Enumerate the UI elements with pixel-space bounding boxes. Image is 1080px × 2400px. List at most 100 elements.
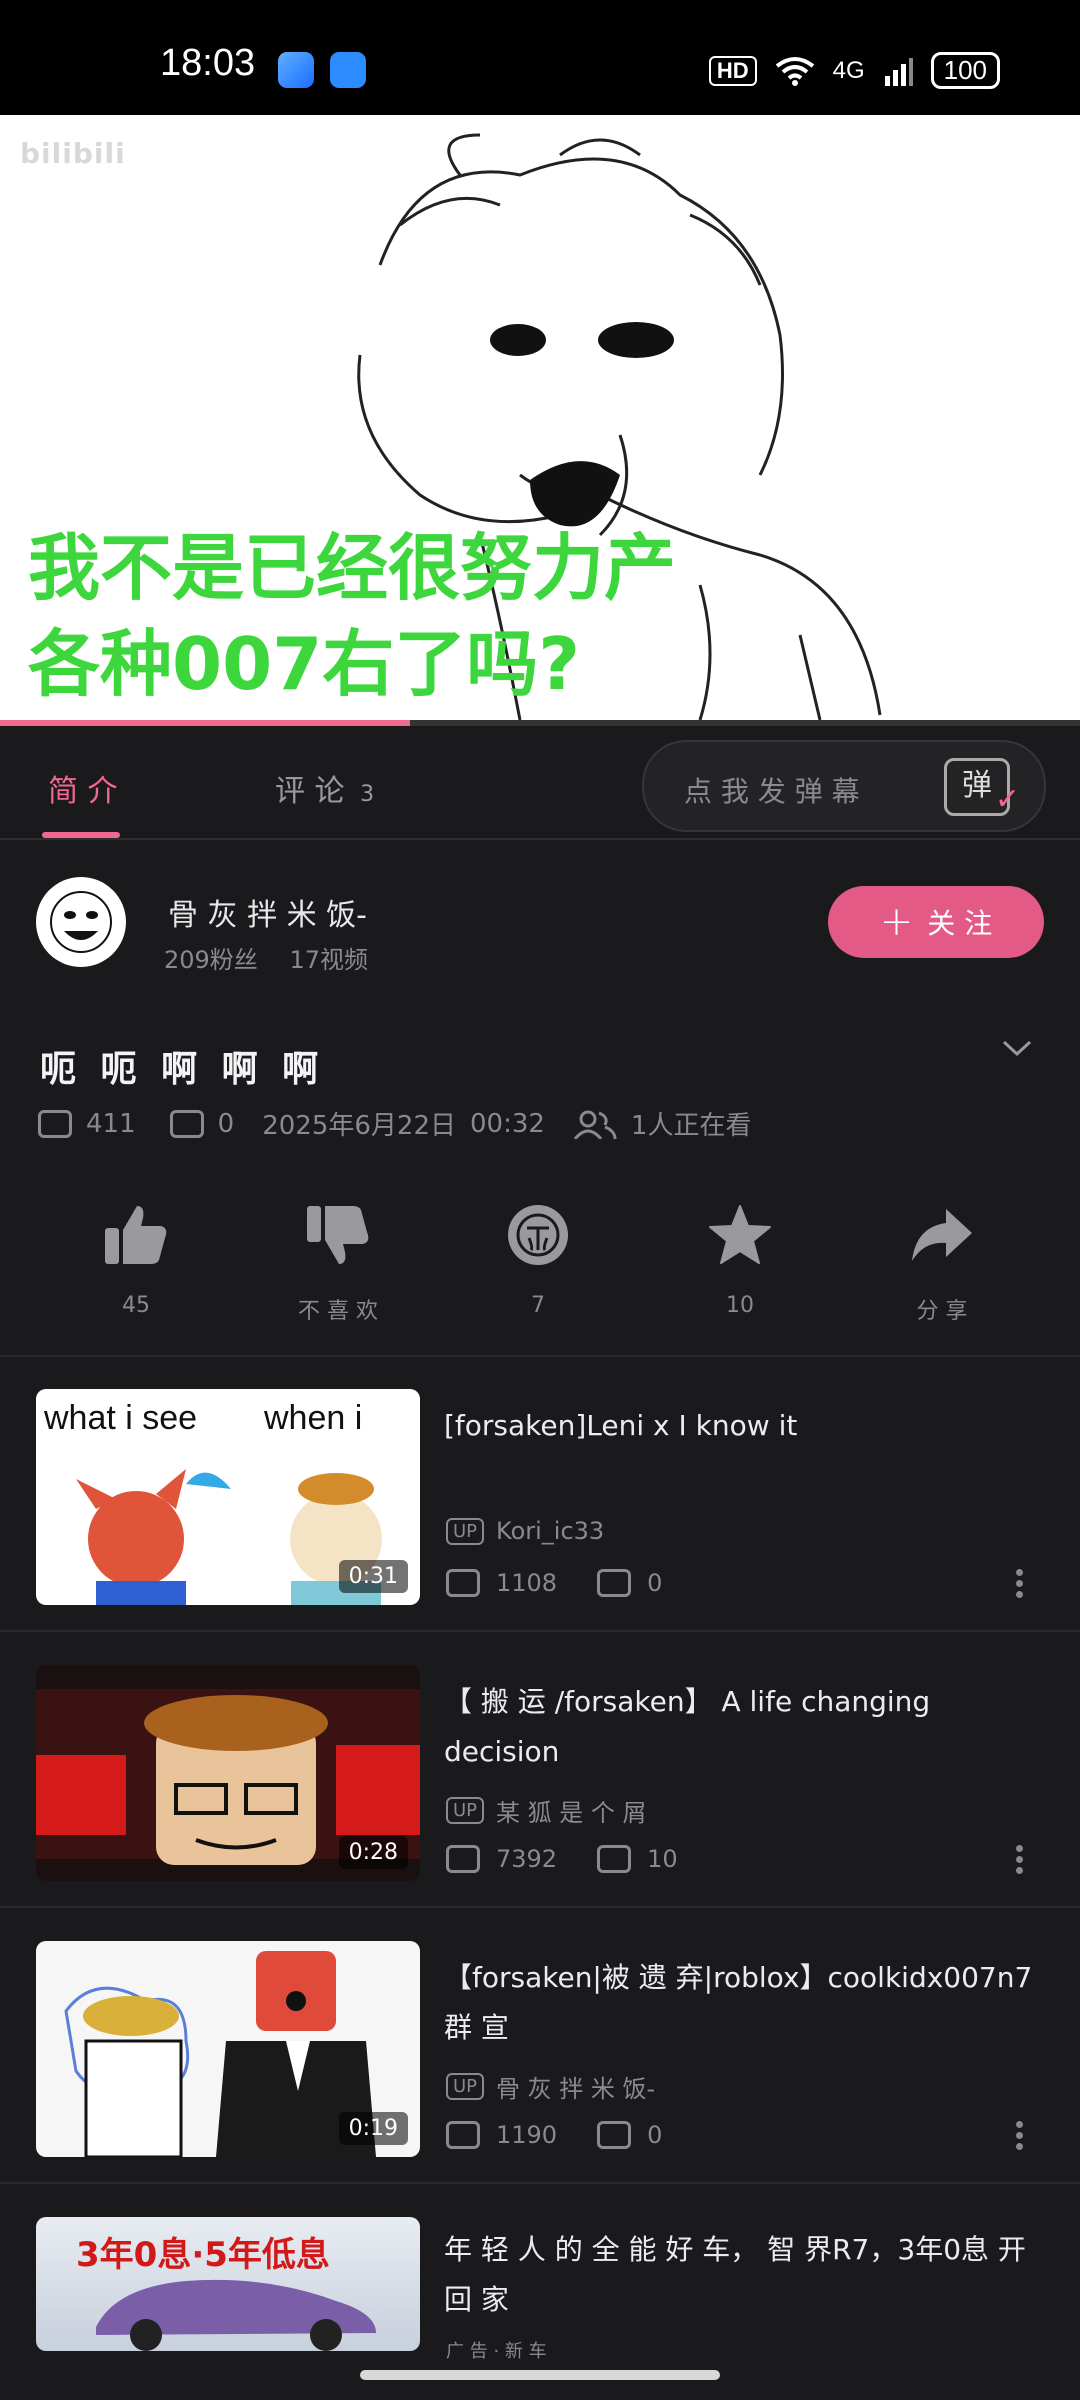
view-count: 1108: [496, 1569, 558, 1597]
more-options-icon[interactable]: [1016, 1565, 1024, 1602]
thumbnail-caption: what i see when i: [44, 1397, 414, 1439]
danmaku-count: 0: [647, 1569, 663, 1597]
author-name: 骨 灰 拌 米 饭-: [496, 2075, 656, 2103]
video-thumbnail: what i see when i 0:31: [36, 1389, 420, 1605]
viewers-icon: [573, 1110, 617, 1139]
chevron-down-icon[interactable]: [1000, 1030, 1034, 1064]
video-meta: 411 0 2025年6月22日 00:32 1人正在看: [38, 1105, 751, 1142]
danmaku-enabled-check-icon: ✓: [994, 782, 1020, 817]
ad-thumbnail: 3年0息·5年低息: [36, 2217, 420, 2351]
video-thumbnail: 0:19: [36, 1941, 420, 2157]
uploader-followers: 209粉丝: [164, 946, 258, 974]
favorite-count: 10: [726, 1293, 754, 1318]
favorite-button[interactable]: 10: [670, 1195, 810, 1318]
tab-comments[interactable]: 评 论 3: [275, 766, 374, 810]
video-duration: 0:19: [338, 2112, 408, 2145]
view-count: 1190: [496, 2121, 558, 2149]
share-icon: [912, 1209, 972, 1261]
uploader-name[interactable]: 骨 灰 拌 米 饭-: [168, 890, 367, 934]
video-author: UP 某 狐 是 个 屑: [446, 1793, 647, 1828]
video-stats: 1108 0: [446, 1569, 662, 1597]
battery-indicator: 100: [930, 52, 1000, 89]
video-stats: 1190 0: [446, 2121, 662, 2149]
recommended-video[interactable]: what i see when i 0:31 [forsaken]Leni x …: [36, 1389, 1046, 1605]
up-badge-icon: UP: [446, 1517, 485, 1545]
play-count-icon: [446, 1845, 480, 1873]
video-title: 呃 呃 啊 啊 啊: [40, 1049, 325, 1090]
video-stats: 7392 10: [446, 1845, 678, 1873]
dislike-button[interactable]: 不 喜 欢: [268, 1195, 408, 1325]
publish-date: 2025年6月22日: [262, 1111, 456, 1141]
video-thumbnail: 0:28: [36, 1665, 420, 1881]
hd-voice-icon: HD: [708, 55, 757, 86]
video-duration: 0:28: [338, 1836, 408, 1869]
thumbs-down-icon: [307, 1206, 369, 1264]
active-tab-indicator: [42, 832, 120, 838]
ad-title: 年 轻 人 的 全 能 好 车， 智 界R7，3年0息 开 回 家: [444, 2233, 1026, 2316]
danmaku-count-icon: [597, 2121, 632, 2149]
danmaku-placeholder: 点 我 发 弹 幕: [684, 775, 860, 808]
wifi-icon: [775, 56, 814, 86]
divider: [0, 1355, 1080, 1357]
divider: [0, 1906, 1080, 1908]
recommended-video[interactable]: 0:28 【 搬 运 /forsaken】 A life changing de…: [36, 1665, 1046, 1881]
divider: [0, 2182, 1080, 2184]
app-notification-icon-2: [330, 52, 366, 88]
up-badge-icon: UP: [446, 1797, 485, 1824]
divider: [0, 1630, 1080, 1632]
video-title: 【 搬 运 /forsaken】 A life changing decisio…: [444, 1685, 931, 1768]
publish-time: 00:32: [469, 1108, 545, 1139]
status-time: 18:03: [160, 42, 256, 84]
share-label: 分 享: [916, 1299, 968, 1324]
watching-count: 1人正在看: [630, 1111, 752, 1141]
video-subtitle: 我不是已经很努力产各种007右了吗?: [28, 526, 677, 706]
share-button[interactable]: 分 享: [872, 1195, 1012, 1325]
author-name: Kori_ic33: [496, 1517, 605, 1545]
status-bar: 18:03 HD 4G 100: [0, 0, 1080, 115]
like-button[interactable]: 45: [66, 1195, 206, 1318]
more-options-icon[interactable]: [1016, 2117, 1024, 2154]
thumbnail-caption-right: when i: [264, 1399, 363, 1437]
like-count: 45: [122, 1293, 150, 1318]
more-options-icon[interactable]: [1016, 1841, 1024, 1878]
video-duration: 0:31: [338, 1560, 408, 1593]
up-badge-icon: UP: [446, 2073, 485, 2100]
thumbnail-caption-left: what i see: [44, 1399, 198, 1437]
play-count-icon: [446, 1569, 480, 1597]
play-count-icon: [446, 2121, 480, 2149]
uploader-videos: 17视频: [289, 946, 368, 974]
video-title: 【forsaken|被 遗 弃|roblox】coolkidx007n7 群 宣: [444, 1961, 1033, 2044]
video-player[interactable]: bilibili 我不是已经很努力产各种007右了吗?: [0, 115, 1080, 720]
view-count: 411: [86, 1108, 136, 1139]
tab-comments-count: 3: [360, 782, 375, 807]
thumbs-up-icon: [105, 1206, 167, 1264]
network-type: 4G: [832, 56, 865, 84]
video-title: [forsaken]Leni x I know it: [444, 1409, 798, 1442]
recommended-video[interactable]: 0:19 【forsaken|被 遗 弃|roblox】coolkidx007n…: [36, 1941, 1046, 2157]
status-indicators: HD 4G 100: [708, 52, 1000, 89]
ad-recommendation[interactable]: 3年0息·5年低息 年 轻 人 的 全 能 好 车， 智 界R7，3年0息 开 …: [36, 2217, 1046, 2367]
coin-icon: [508, 1205, 568, 1265]
follow-button[interactable]: + 关 注: [828, 886, 1044, 958]
danmaku-count-icon: [597, 1845, 632, 1873]
coin-count: 7: [531, 1293, 545, 1318]
author-name: 某 狐 是 个 屑: [496, 1799, 647, 1827]
plus-icon: +: [879, 899, 914, 945]
home-indicator[interactable]: [360, 2370, 720, 2380]
ad-footer: 广 告 · 新 车: [446, 2341, 547, 2362]
uploader-avatar[interactable]: [36, 877, 126, 967]
signal-icon: [884, 57, 913, 86]
play-count-icon: [38, 1109, 72, 1138]
video-author: UP 骨 灰 拌 米 饭-: [446, 2069, 655, 2104]
danmaku-input[interactable]: 点 我 发 弹 幕 弹 ✓: [642, 740, 1046, 832]
danmaku-count: 10: [647, 1845, 678, 1873]
coin-button[interactable]: 7: [468, 1195, 608, 1318]
action-bar: 45 不 喜 欢 7 10 分 享: [0, 1195, 1080, 1335]
tab-intro[interactable]: 简 介: [48, 766, 118, 810]
avatar-drawing: [50, 891, 112, 953]
tab-comments-label: 评 论: [275, 774, 345, 809]
dislike-label: 不 喜 欢: [298, 1299, 378, 1324]
car-image: [96, 2279, 376, 2351]
danmaku-count-icon: [169, 1109, 204, 1138]
video-author: UP Kori_ic33: [446, 1517, 604, 1545]
